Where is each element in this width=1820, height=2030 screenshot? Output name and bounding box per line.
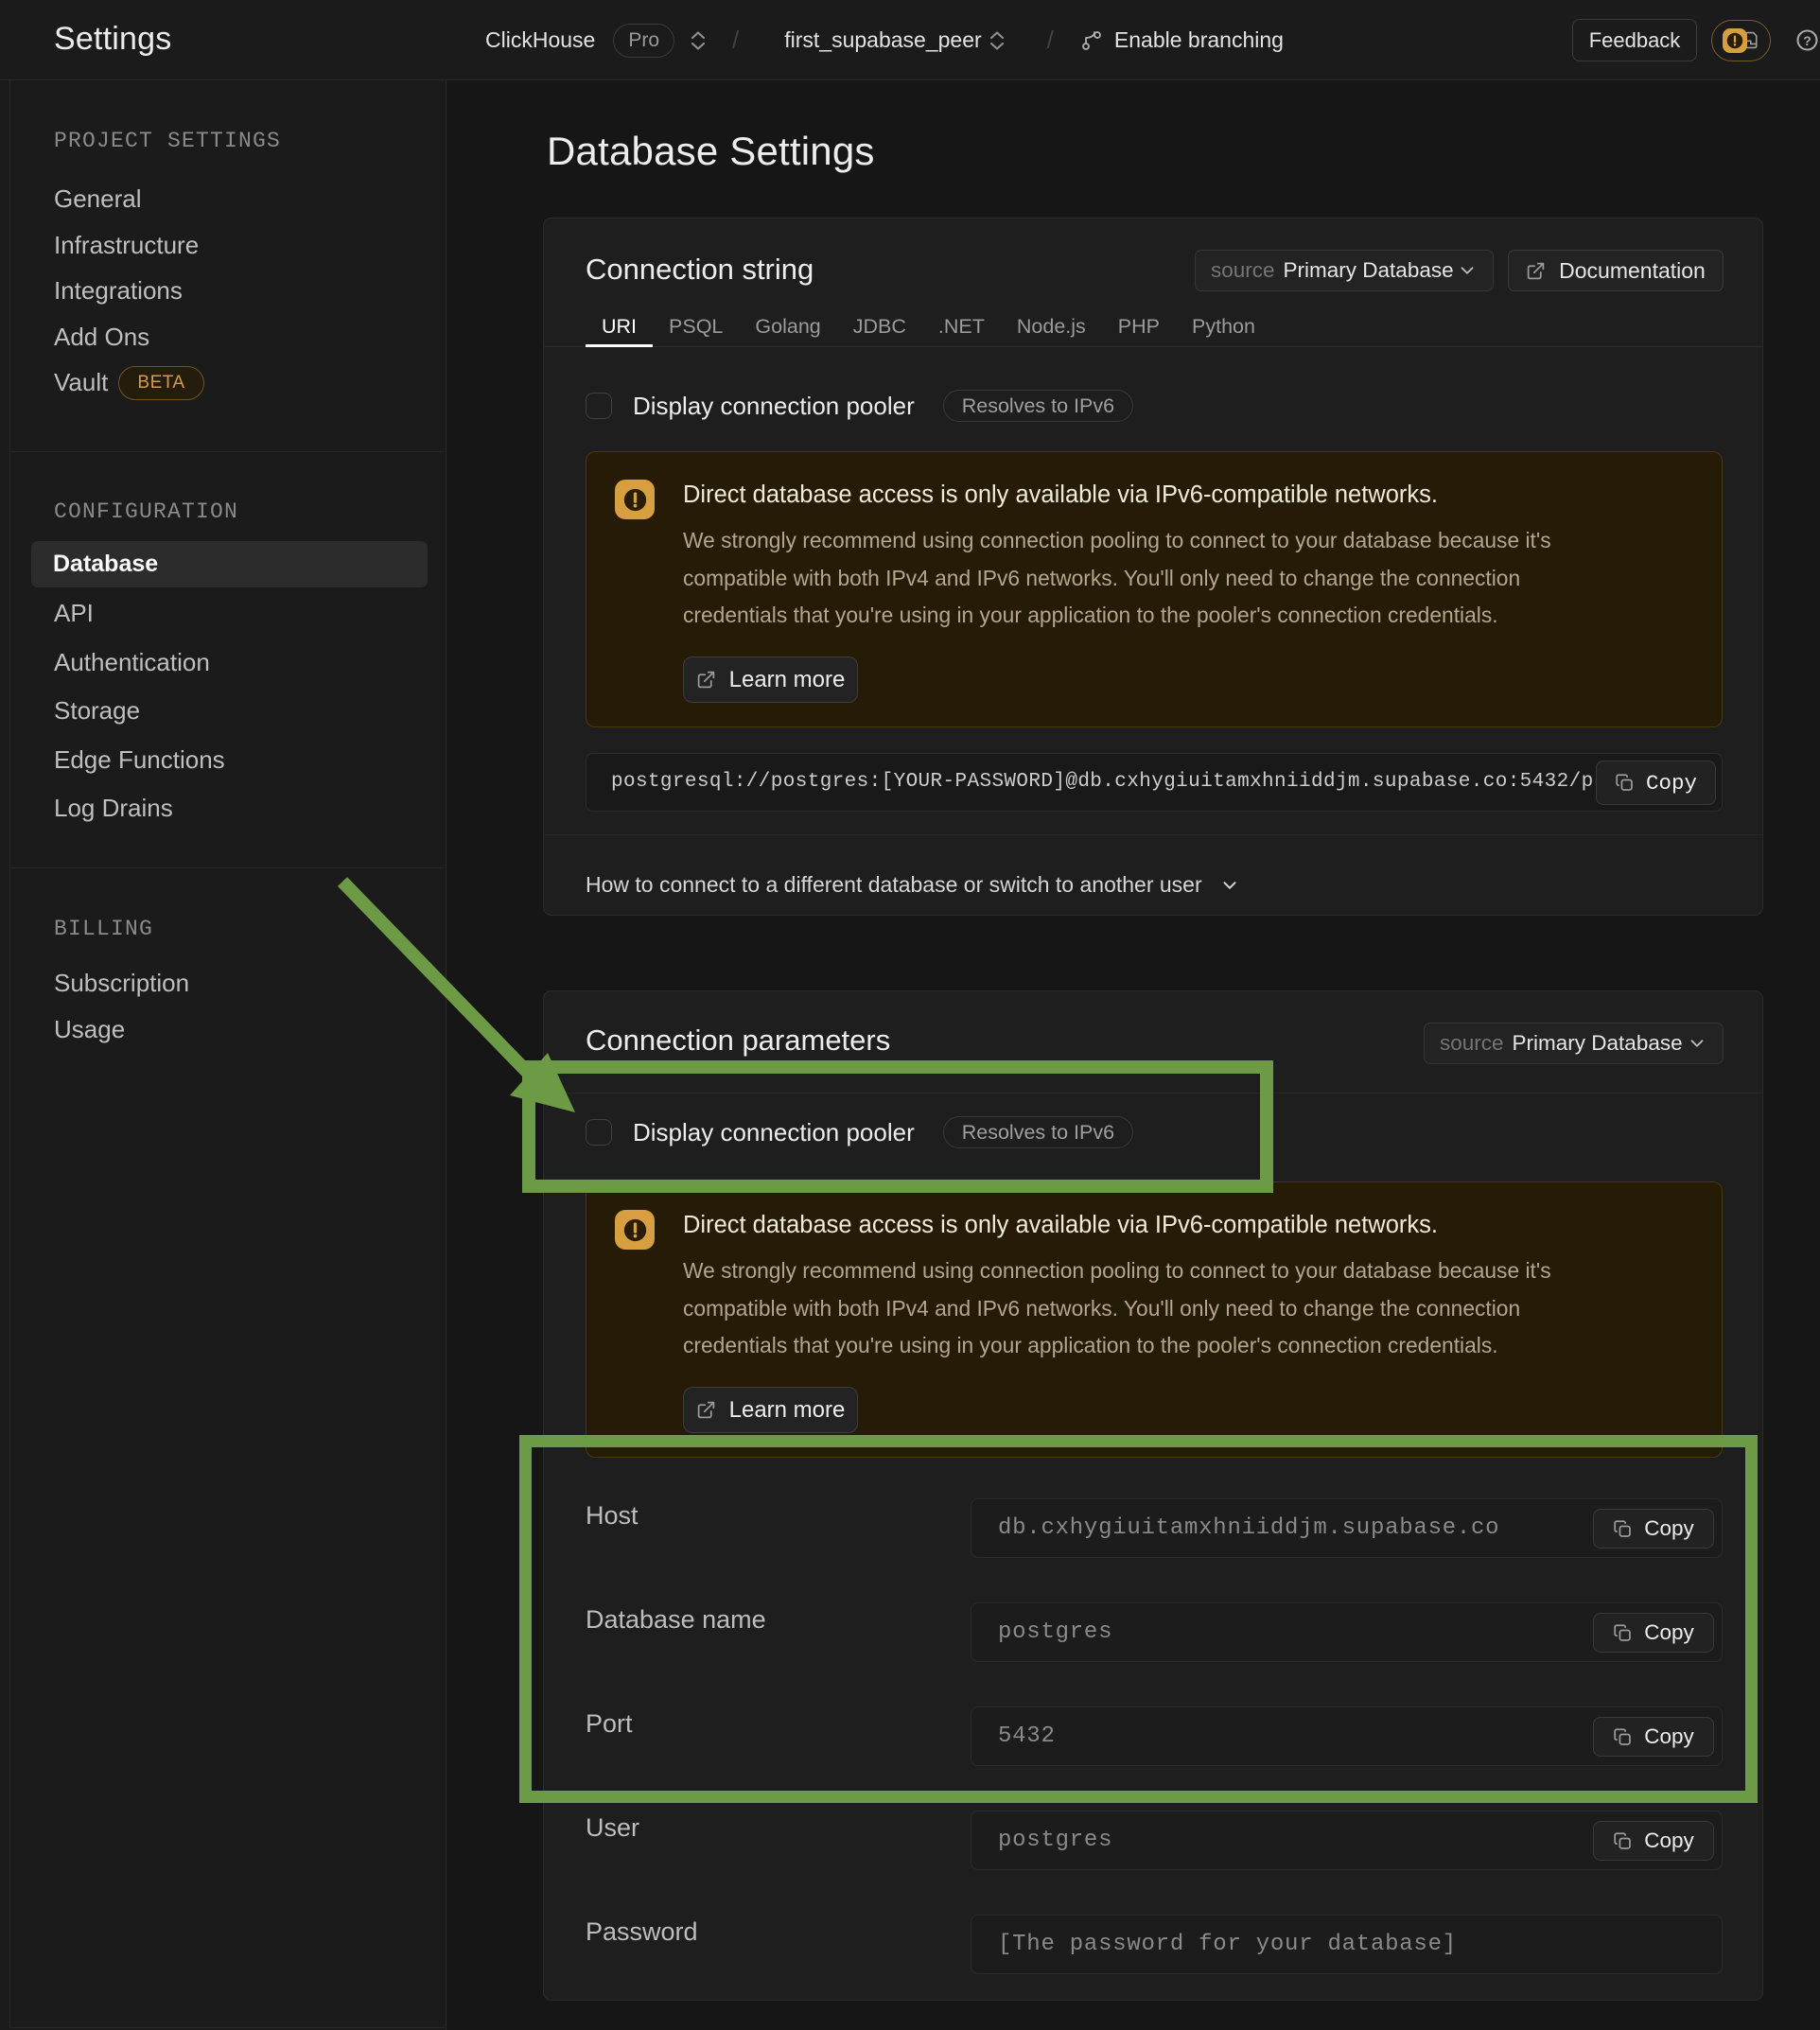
svg-text:?: ?	[1803, 33, 1811, 48]
